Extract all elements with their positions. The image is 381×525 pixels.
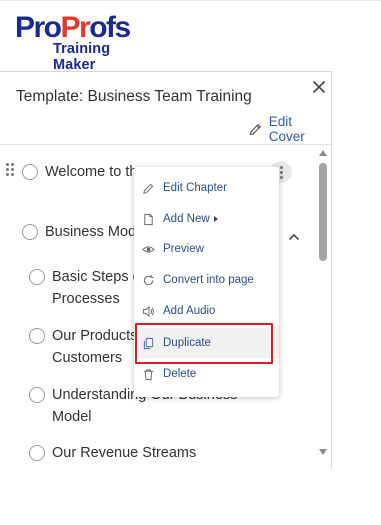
tree-item-label: Our Products bbox=[52, 328, 138, 344]
tree-item-label: Basic Steps o bbox=[52, 269, 141, 285]
radio-button[interactable] bbox=[22, 164, 38, 180]
pencil-icon bbox=[249, 123, 261, 135]
tree-item-welcome[interactable]: Welcome to th bbox=[22, 161, 137, 183]
menu-item-add-audio[interactable]: Add Audio bbox=[134, 296, 279, 326]
scroll-down-arrow-icon[interactable] bbox=[319, 449, 327, 455]
scroll-up-arrow-icon[interactable] bbox=[319, 150, 327, 156]
copy-icon bbox=[143, 337, 154, 349]
edit-cover-label: Edit Cover bbox=[268, 114, 305, 144]
menu-item-preview[interactable]: Preview bbox=[134, 234, 279, 264]
chapter-context-menu: Edit Chapter Add New Preview Convert int… bbox=[134, 167, 279, 397]
submenu-arrow-icon bbox=[213, 216, 218, 222]
file-icon bbox=[144, 213, 153, 225]
drag-handle-icon[interactable] bbox=[6, 163, 16, 179]
logo-tagline: Training Maker bbox=[53, 41, 111, 73]
vertical-scrollbar[interactable] bbox=[316, 145, 330, 469]
menu-item-delete[interactable]: Delete bbox=[134, 359, 279, 389]
scrollbar-thumb[interactable] bbox=[319, 163, 327, 261]
convert-icon bbox=[143, 274, 154, 285]
menu-item-convert[interactable]: Convert into page bbox=[134, 265, 279, 295]
tree-item-label-cont: Model bbox=[52, 409, 92, 425]
tree-item-label: Business Mode bbox=[45, 224, 145, 240]
radio-button[interactable] bbox=[29, 269, 45, 285]
menu-item-edit-chapter[interactable]: Edit Chapter bbox=[134, 173, 279, 203]
tree-item-label-cont: Processes bbox=[52, 291, 120, 307]
radio-button[interactable] bbox=[29, 328, 45, 344]
proprofs-logo: ProProfs Training Maker bbox=[15, 11, 155, 74]
tree-item-label-cont: Customers bbox=[52, 350, 123, 366]
pencil-icon bbox=[143, 183, 154, 194]
tree-item-business-model[interactable]: Business Mode bbox=[22, 221, 144, 243]
chevron-up-icon[interactable] bbox=[286, 229, 302, 245]
close-button[interactable] bbox=[310, 78, 328, 96]
radio-button[interactable] bbox=[29, 387, 45, 403]
close-icon bbox=[312, 80, 326, 94]
edit-cover-link[interactable]: Edit Cover bbox=[248, 114, 331, 144]
tree-item-label: Our Revenue Streams bbox=[52, 445, 197, 461]
logo-wordmark: ProProfs bbox=[15, 11, 131, 44]
radio-button[interactable] bbox=[29, 445, 45, 461]
template-title: Template: Business Team Training bbox=[16, 88, 252, 105]
menu-item-duplicate[interactable]: Duplicate bbox=[134, 328, 279, 358]
tree-item-revenue[interactable]: Our Revenue Streams bbox=[29, 442, 196, 464]
trash-icon bbox=[143, 368, 154, 380]
speaker-icon bbox=[142, 305, 154, 317]
menu-item-add-new[interactable]: Add New bbox=[134, 204, 279, 234]
top-border bbox=[0, 0, 381, 3]
tree-item-our-products[interactable]: Our Products Customers bbox=[29, 325, 137, 369]
tree-item-basic-steps[interactable]: Basic Steps o Processes bbox=[29, 266, 141, 310]
tree-item-label: Welcome to th bbox=[45, 164, 138, 180]
eye-icon bbox=[142, 245, 155, 253]
radio-button[interactable] bbox=[22, 224, 38, 240]
